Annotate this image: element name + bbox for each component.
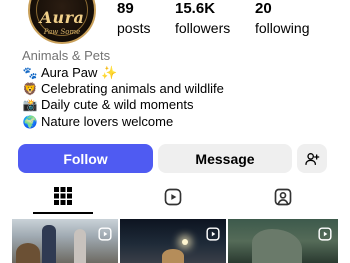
reel-play-icon <box>206 227 220 241</box>
add-user-button[interactable] <box>297 144 327 173</box>
tagged-icon <box>274 188 292 206</box>
person-add-icon <box>305 152 320 165</box>
thumbnail-person-shape <box>42 225 56 263</box>
following-count-value: 20 <box>255 0 272 17</box>
thumbnail-light-shape <box>182 239 188 245</box>
thumbnail-dog-shape <box>162 249 184 263</box>
bio-line-text: Daily cute & wild moments <box>41 97 194 112</box>
avatar-logo-text: Aura <box>39 8 85 27</box>
follow-button[interactable]: Follow <box>18 144 153 173</box>
posts-count: 89 posts <box>117 0 150 37</box>
post-thumbnail[interactable] <box>120 219 226 263</box>
grid-icon <box>54 187 72 205</box>
avatar-logo-image: Aura Paw Some <box>28 0 96 44</box>
thumbnail-tree-shape <box>252 229 302 263</box>
message-button[interactable]: Message <box>158 144 292 173</box>
bio-line: 📸 Daily cute & wild moments <box>22 96 194 114</box>
followers-count[interactable]: 15.6K followers <box>175 0 230 37</box>
bio-line: 🌍 Nature lovers welcome <box>22 113 174 131</box>
profile-avatar[interactable]: Aura Paw Some <box>26 0 98 46</box>
camera-emoji: 📸 <box>22 98 38 112</box>
following-count[interactable]: 20 following <box>255 0 309 37</box>
followers-count-label: followers <box>175 20 231 36</box>
followers-count-value: 15.6K <box>175 0 216 17</box>
post-thumbnail[interactable] <box>12 219 118 263</box>
tab-reels[interactable] <box>143 180 203 214</box>
post-thumbnail[interactable] <box>228 219 338 263</box>
globe-emoji: 🌍 <box>22 115 38 129</box>
posts-count-value: 89 <box>117 0 134 17</box>
reels-icon <box>164 188 182 206</box>
bio-line-text: Nature lovers welcome <box>41 114 174 129</box>
bio-line-text: Celebrating animals and wildlife <box>41 81 224 96</box>
thumbnail-dog-shape <box>16 243 40 263</box>
thumbnail-person-shape <box>74 229 86 263</box>
profile-tabs <box>0 180 350 214</box>
following-count-label: following <box>255 20 310 36</box>
reel-play-icon <box>98 227 112 241</box>
profile-category: Animals & Pets <box>22 48 111 63</box>
tab-tagged[interactable] <box>253 180 313 214</box>
avatar-logo-subtext: Paw Some <box>43 28 81 36</box>
bio-line-text: Aura Paw ✨ <box>41 65 118 80</box>
reel-play-icon <box>318 227 332 241</box>
posts-count-label: posts <box>117 20 151 36</box>
tab-posts-grid[interactable] <box>33 180 93 214</box>
